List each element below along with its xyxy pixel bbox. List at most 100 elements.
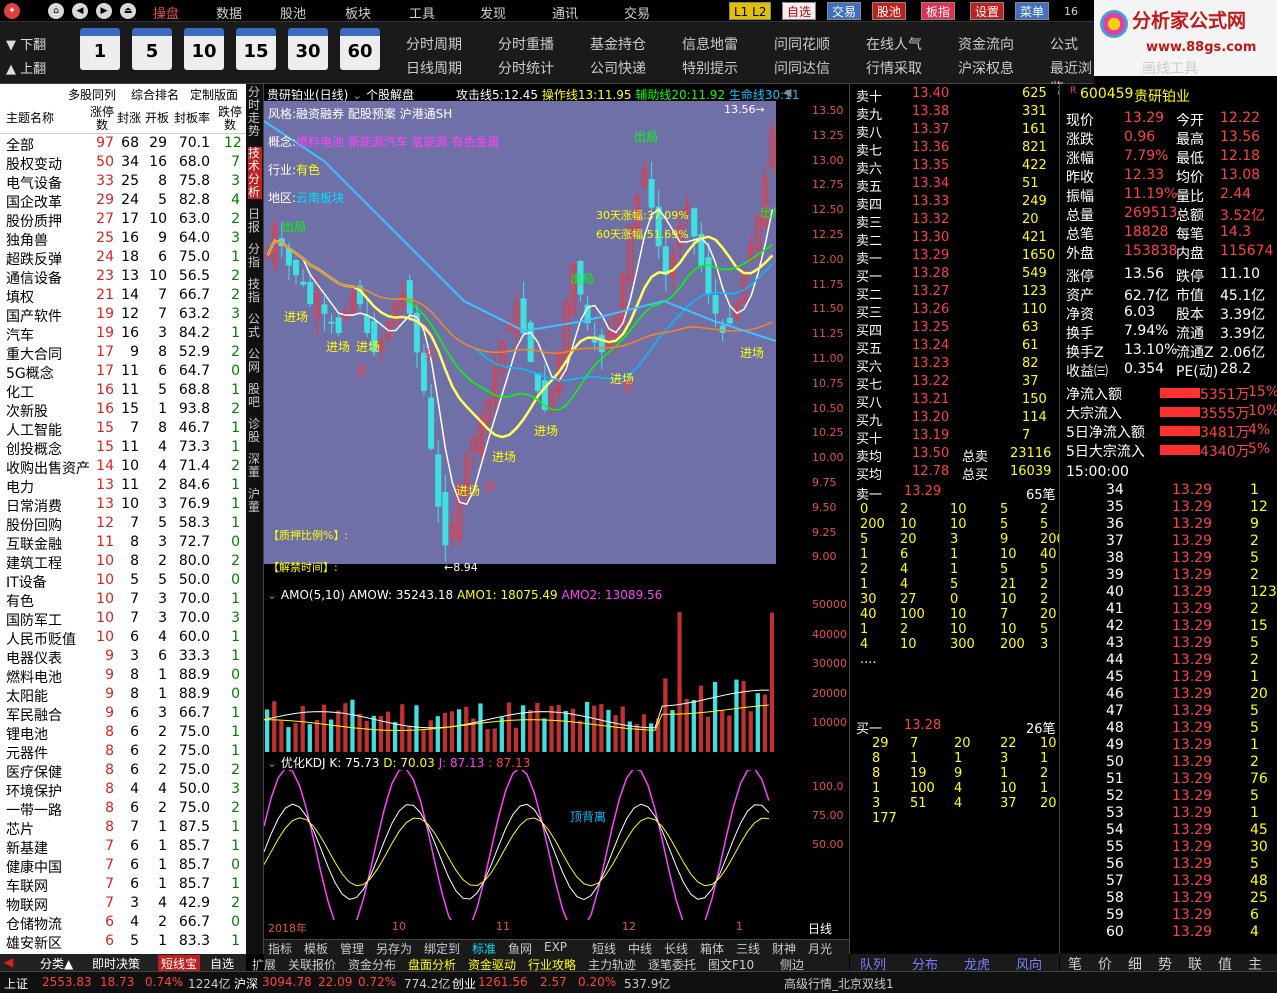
- ask-row[interactable]: 卖四 13.33 249: [850, 194, 1059, 213]
- tool-jijin-chicang[interactable]: 基金持仓: [590, 34, 646, 54]
- tool-fenshi-chongbo[interactable]: 分时重播: [498, 34, 554, 54]
- amo-chart[interactable]: [264, 604, 776, 752]
- zixuan-button[interactable]: 自选: [782, 2, 817, 20]
- menu-trade[interactable]: 交易: [624, 3, 650, 22]
- bid-row[interactable]: 买十 13.19 7: [850, 428, 1059, 447]
- page-down-button[interactable]: ▼ 下翻: [6, 34, 46, 53]
- col-zhangting[interactable]: 涨停数: [88, 106, 116, 132]
- ask-row[interactable]: 卖八 13.37 161: [850, 122, 1059, 141]
- table-row[interactable]: 汽车 19 16 3 84.2 1: [0, 324, 246, 344]
- table-row[interactable]: 全部 97 68 29 70.1 12: [0, 134, 246, 154]
- flow-row[interactable]: 净流入额 5351万 15%: [1060, 384, 1277, 403]
- quote-row2[interactable]: 涨停 13.56 跌停 11.10: [1060, 266, 1277, 285]
- flow-row[interactable]: 5日大宗流入 4340万 5%: [1060, 441, 1277, 460]
- bid-row[interactable]: 买六 13.23 82: [850, 356, 1059, 375]
- tick-row[interactable]: 60 13.29 4: [1060, 924, 1277, 943]
- col-fengbanlv[interactable]: 封板率: [174, 112, 210, 125]
- table-row[interactable]: 股权变动 50 34 16 68.0 7: [0, 153, 246, 173]
- ask-row[interactable]: 卖七 13.36 821: [850, 140, 1059, 159]
- menu-gupool[interactable]: 股池: [280, 3, 306, 22]
- table-row[interactable]: 车联网 7 6 1 85.7 1: [0, 875, 246, 895]
- avg-buy-row[interactable]: 买均 12.78 总买 16039: [850, 464, 1059, 483]
- table-row[interactable]: 环境保护 8 4 4 50.0 3: [0, 780, 246, 800]
- quote-row[interactable]: 总笔 18828 每笔 14.3: [1060, 224, 1277, 243]
- tab-zonghe-paiming[interactable]: 综合排名: [131, 86, 179, 103]
- table-row[interactable]: 太阳能 9 8 1 88.9 0: [0, 685, 246, 705]
- tool-fenshi-zhouqi[interactable]: 分时周期: [406, 34, 462, 54]
- period-1-button[interactable]: 1: [80, 28, 120, 70]
- tab-zixuan[interactable]: 自选: [210, 955, 234, 972]
- quote-row[interactable]: 涨跌 0.96 最高 13.56: [1060, 129, 1277, 148]
- table-row[interactable]: IT设备 10 5 5 50.0 0: [0, 571, 246, 591]
- table-row[interactable]: 创投概念 15 11 4 73.3 1: [0, 438, 246, 458]
- menu-caopan[interactable]: 操盘: [153, 3, 179, 22]
- forward-icon[interactable]: ▶: [96, 3, 112, 19]
- table-row[interactable]: 通信设备 23 13 10 56.5 2: [0, 267, 246, 287]
- indicator-tab[interactable]: 指标: [268, 940, 292, 957]
- table-row[interactable]: 人工智能 15 7 8 46.7 1: [0, 419, 246, 439]
- indicator-tab[interactable]: 鱼网: [508, 940, 532, 957]
- bid-row[interactable]: 买二 13.27 123: [850, 284, 1059, 303]
- table-row[interactable]: 仓储物流 6 4 2 66.7 0: [0, 913, 246, 933]
- table-row[interactable]: 物联网 7 3 4 42.9 2: [0, 894, 246, 914]
- indicator-tab[interactable]: 管理: [340, 940, 364, 957]
- indicator-tab[interactable]: 月光: [808, 940, 832, 957]
- table-row[interactable]: 健康中国 7 6 1 85.7 0: [0, 856, 246, 876]
- tool-zijin-liuxiang[interactable]: 资金流向: [958, 34, 1014, 54]
- indicator-tab[interactable]: 箱体: [700, 940, 724, 957]
- period-5-button[interactable]: 5: [132, 28, 172, 70]
- tool-huaxian-gongju[interactable]: 画线工具: [1142, 58, 1198, 78]
- home-icon[interactable]: ⌂: [48, 3, 64, 19]
- tool-gongshi[interactable]: 公式: [1050, 34, 1078, 54]
- ask-row[interactable]: 卖五 13.34 51: [850, 176, 1059, 195]
- tool-gongsi-kuaidi[interactable]: 公司快递: [590, 58, 646, 78]
- indicator-tab[interactable]: 财神: [772, 940, 796, 957]
- table-row[interactable]: 独角兽 25 16 9 64.0 3: [0, 229, 246, 249]
- menu-button[interactable]: 菜单: [1015, 2, 1050, 20]
- table-row[interactable]: 人民币贬值 10 6 4 60.0 1: [0, 628, 246, 648]
- quote-row[interactable]: 外盘 153838 内盘 115674: [1060, 243, 1277, 262]
- indicator-tab[interactable]: 绑定到: [424, 940, 460, 957]
- buy1-queue-row[interactable]: 177: [850, 811, 1059, 829]
- server-status[interactable]: 高级行情_北京双线1: [784, 975, 894, 992]
- avg-sell-row[interactable]: 卖均 13.50 总卖 23116: [850, 446, 1059, 465]
- back-icon[interactable]: ◀: [72, 3, 88, 19]
- ask-row[interactable]: 卖二 13.30 421: [850, 230, 1059, 249]
- table-row[interactable]: 雄安新区 6 5 1 83.3 1: [0, 932, 246, 952]
- flow-row[interactable]: 5日净流入额 3481万 4%: [1060, 422, 1277, 441]
- settings-button[interactable]: 设置: [970, 2, 1005, 20]
- table-row[interactable]: 超跌反弹 24 18 6 75.0 1: [0, 248, 246, 268]
- page-up-button[interactable]: ▲ 上翻: [6, 58, 46, 77]
- ask-row[interactable]: 卖六 13.35 422: [850, 158, 1059, 177]
- l1l2-button[interactable]: L1 L2: [729, 2, 772, 20]
- period-60-button[interactable]: 60: [340, 28, 380, 70]
- tool-wen-tonghuashun[interactable]: 问同花顺: [774, 34, 830, 54]
- bid-row[interactable]: 买四 13.25 63: [850, 320, 1059, 339]
- menu-comm[interactable]: 通讯: [552, 3, 578, 22]
- buy1-queue-head[interactable]: 买一 13.28 26笔: [850, 718, 1059, 737]
- table-row[interactable]: 股份质押 27 17 10 63.0 2: [0, 210, 246, 230]
- bid-row[interactable]: 买一 13.28 549: [850, 266, 1059, 285]
- amo-dropdown-icon[interactable]: ⌄: [267, 588, 277, 602]
- table-row[interactable]: 军民融合 9 6 3 66.7 1: [0, 704, 246, 724]
- kdj-dropdown-icon[interactable]: ⌄: [267, 756, 277, 770]
- sell1-queue-row[interactable]: ....: [850, 652, 1059, 670]
- table-row[interactable]: 电力 13 11 2 84.6 1: [0, 476, 246, 496]
- bid-row[interactable]: 买八 13.21 150: [850, 392, 1059, 411]
- tool-hushen-quanxi[interactable]: 沪深权息: [958, 58, 1014, 78]
- ask-row[interactable]: 卖十 13.40 625: [850, 86, 1059, 105]
- col-dieting[interactable]: 跌停数: [216, 106, 244, 132]
- flow-row[interactable]: 大宗流入 3555万 10%: [1060, 403, 1277, 422]
- vtab-item[interactable]: 公式: [248, 313, 262, 339]
- table-row[interactable]: 芯片 8 7 1 87.5 1: [0, 818, 246, 838]
- kdj-chart[interactable]: [264, 770, 776, 920]
- table-row[interactable]: 填权 21 14 7 66.7 2: [0, 286, 246, 306]
- tab-dingzhi-banmian[interactable]: 定制版面: [190, 86, 238, 103]
- vtab-item[interactable]: 技指: [248, 278, 262, 304]
- table-row[interactable]: 化工 16 11 5 68.8 1: [0, 381, 246, 401]
- table-row[interactable]: 新基建 7 6 1 85.7 1: [0, 837, 246, 857]
- tool-rixian-zhouqi[interactable]: 日线周期: [406, 58, 462, 78]
- vtab-item[interactable]: 诊股: [248, 418, 262, 444]
- col-fengzhang[interactable]: 封涨: [117, 112, 141, 125]
- ask-row[interactable]: 卖一 13.29 1650: [850, 248, 1059, 267]
